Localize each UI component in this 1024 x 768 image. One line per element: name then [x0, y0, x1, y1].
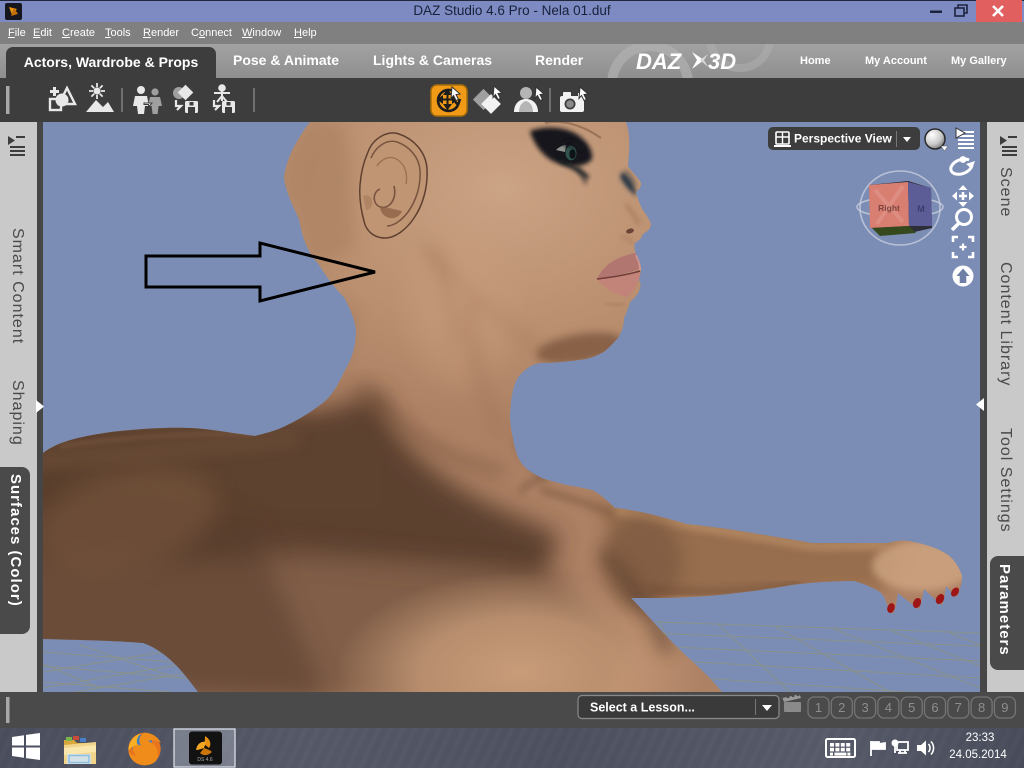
svg-text:9: 9: [1001, 700, 1008, 715]
svg-text:24.05.2014: 24.05.2014: [949, 749, 1007, 761]
svg-text:3D: 3D: [708, 49, 736, 74]
svg-text:DS 4.6: DS 4.6: [197, 757, 213, 763]
svg-text:5: 5: [908, 700, 915, 715]
svg-text:M: M: [917, 204, 925, 214]
svg-text:DAZ: DAZ: [636, 49, 683, 74]
svg-text:4: 4: [885, 700, 892, 715]
svg-text:Select a Lesson...: Select a Lesson...: [590, 701, 695, 715]
svg-text:Perspective View: Perspective View: [794, 132, 893, 146]
svg-text:3: 3: [861, 700, 868, 715]
svg-text:8: 8: [978, 700, 985, 715]
svg-text:7: 7: [955, 700, 962, 715]
svg-text:23:33: 23:33: [966, 732, 995, 744]
svg-text:1: 1: [815, 700, 822, 715]
svg-text:6: 6: [931, 700, 938, 715]
svg-text:2: 2: [838, 700, 845, 715]
svg-text:Right: Right: [878, 203, 900, 213]
